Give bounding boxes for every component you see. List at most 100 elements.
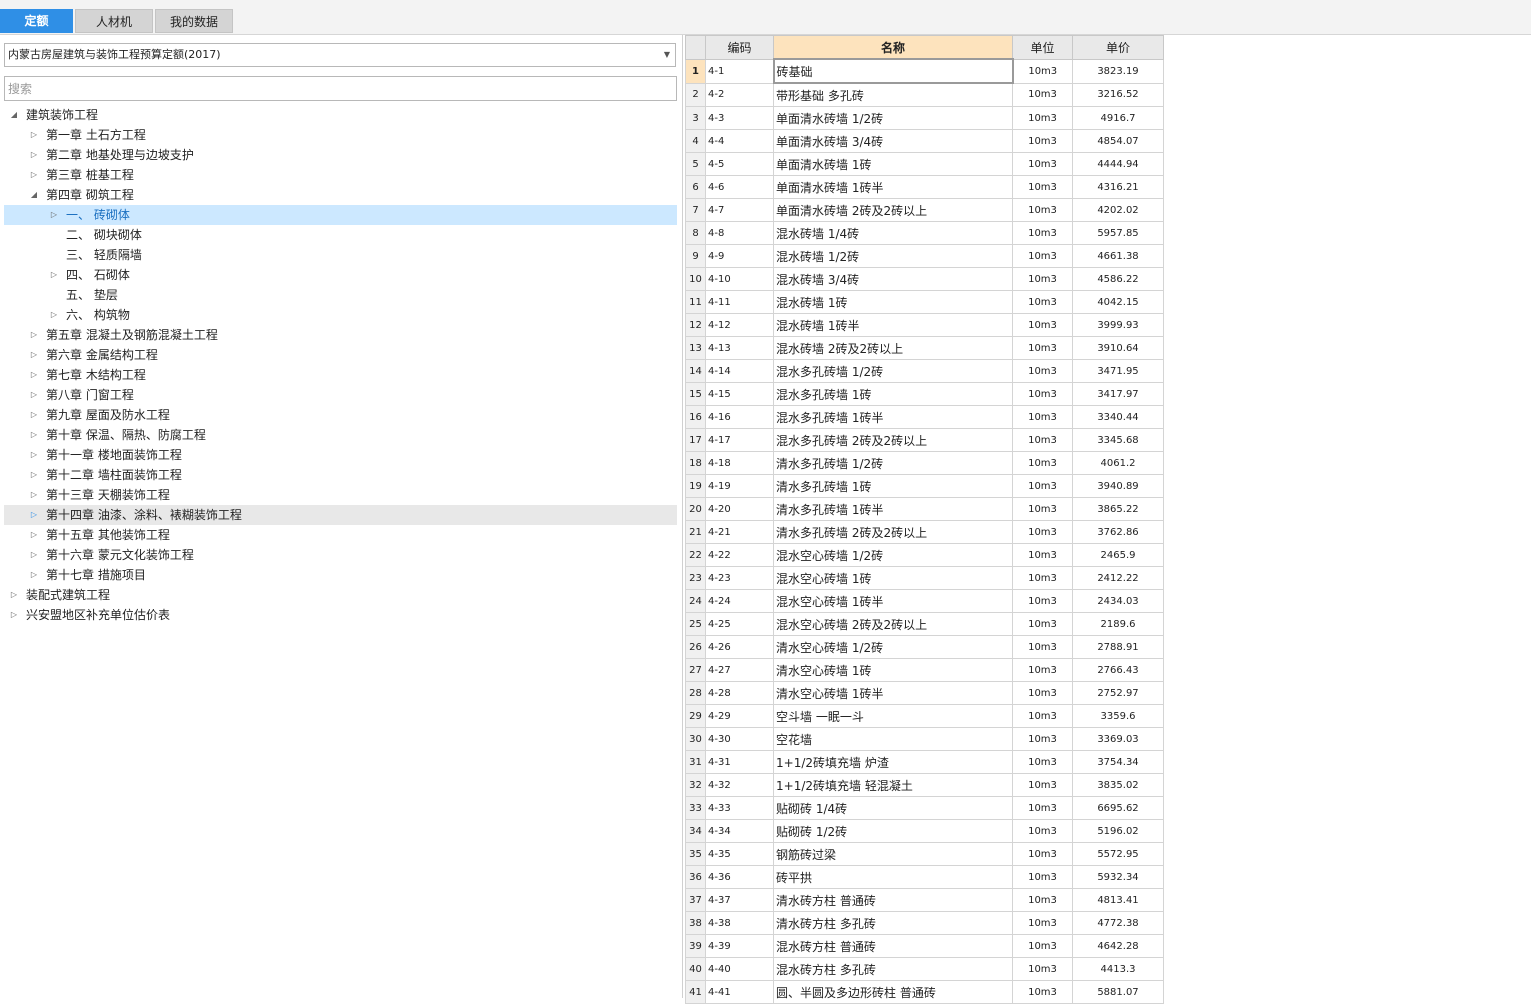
cell-code[interactable]: 4-9: [705, 244, 774, 268]
tree-node[interactable]: ▷ 第二章 地基处理与边坡支护: [4, 145, 677, 165]
tree-node[interactable]: ▷ 第十七章 措施项目: [4, 565, 677, 585]
cell-unit[interactable]: 10m3: [1012, 704, 1073, 728]
cell-code[interactable]: 4-22: [705, 543, 774, 567]
cell-name[interactable]: 单面清水砖墙 1/2砖: [773, 106, 1013, 130]
cell-code[interactable]: 4-16: [705, 405, 774, 429]
cell-price[interactable]: 4916.7: [1072, 106, 1164, 130]
cell-unit[interactable]: 10m3: [1012, 175, 1073, 199]
table-row[interactable]: 11 4-11 混水砖墙 1砖 10m3 4042.15: [685, 290, 1164, 314]
table-row[interactable]: 37 4-37 清水砖方柱 普通砖 10m3 4813.41: [685, 888, 1164, 912]
column-header-code[interactable]: 编码: [705, 35, 774, 60]
cell-name[interactable]: 钢筋砖过梁: [773, 842, 1013, 866]
cell-price[interactable]: 4813.41: [1072, 888, 1164, 912]
tree-node[interactable]: ◢ 建筑装饰工程: [4, 105, 677, 125]
cell-code[interactable]: 4-6: [705, 175, 774, 199]
collapsed-triangle-icon[interactable]: ▷: [28, 545, 40, 565]
cell-name[interactable]: 混水多孔砖墙 2砖及2砖以上: [773, 428, 1013, 452]
cell-name[interactable]: 砖平拱: [773, 865, 1013, 889]
cell-code[interactable]: 4-36: [705, 865, 774, 889]
cell-price[interactable]: 3762.86: [1072, 520, 1164, 544]
cell-price[interactable]: 2434.03: [1072, 589, 1164, 613]
table-row[interactable]: 28 4-28 清水空心砖墙 1砖半 10m3 2752.97: [685, 681, 1164, 705]
tab-quota[interactable]: 定额: [0, 9, 73, 33]
cell-price[interactable]: 2465.9: [1072, 543, 1164, 567]
cell-price[interactable]: 2189.6: [1072, 612, 1164, 636]
table-row[interactable]: 17 4-17 混水多孔砖墙 2砖及2砖以上 10m3 3345.68: [685, 428, 1164, 452]
table-row[interactable]: 26 4-26 清水空心砖墙 1/2砖 10m3 2788.91: [685, 635, 1164, 659]
cell-price[interactable]: 4202.02: [1072, 198, 1164, 222]
table-row[interactable]: 2 4-2 带形基础 多孔砖 10m3 3216.52: [685, 82, 1164, 107]
cell-code[interactable]: 4-26: [705, 635, 774, 659]
collapsed-triangle-icon[interactable]: ▷: [28, 425, 40, 445]
cell-code[interactable]: 4-34: [705, 819, 774, 843]
cell-unit[interactable]: 10m3: [1012, 58, 1073, 84]
tree-node[interactable]: 五、 垫层: [4, 285, 677, 305]
collapsed-triangle-icon[interactable]: ▷: [8, 605, 20, 625]
cell-unit[interactable]: 10m3: [1012, 589, 1073, 613]
cell-price[interactable]: 3471.95: [1072, 359, 1164, 383]
cell-unit[interactable]: 10m3: [1012, 865, 1073, 889]
cell-name[interactable]: 单面清水砖墙 2砖及2砖以上: [773, 198, 1013, 222]
cell-unit[interactable]: 10m3: [1012, 336, 1073, 360]
tree-node[interactable]: ▷ 装配式建筑工程: [4, 585, 677, 605]
cell-name[interactable]: 单面清水砖墙 1砖: [773, 152, 1013, 176]
cell-unit[interactable]: 10m3: [1012, 980, 1073, 1004]
cell-price[interactable]: 6695.62: [1072, 796, 1164, 820]
cell-unit[interactable]: 10m3: [1012, 428, 1073, 452]
cell-code[interactable]: 4-14: [705, 359, 774, 383]
collapsed-triangle-icon[interactable]: ▷: [48, 305, 60, 325]
table-row[interactable]: 16 4-16 混水多孔砖墙 1砖半 10m3 3340.44: [685, 405, 1164, 429]
tree-node[interactable]: ▷ 第十四章 油漆、涂料、裱糊装饰工程: [4, 505, 677, 525]
cell-unit[interactable]: 10m3: [1012, 198, 1073, 222]
cell-price[interactable]: 5572.95: [1072, 842, 1164, 866]
cell-name[interactable]: 清水多孔砖墙 2砖及2砖以上: [773, 520, 1013, 544]
cell-unit[interactable]: 10m3: [1012, 612, 1073, 636]
cell-unit[interactable]: 10m3: [1012, 819, 1073, 843]
tree-node[interactable]: ▷ 第十三章 天棚装饰工程: [4, 485, 677, 505]
collapsed-triangle-icon[interactable]: ▷: [28, 165, 40, 185]
tree-node[interactable]: ▷ 第七章 木结构工程: [4, 365, 677, 385]
cell-price[interactable]: 5881.07: [1072, 980, 1164, 1004]
cell-price[interactable]: 3369.03: [1072, 727, 1164, 751]
table-row[interactable]: 5 4-5 单面清水砖墙 1砖 10m3 4444.94: [685, 152, 1164, 176]
tree-node[interactable]: ▷ 四、 石砌体: [4, 265, 677, 285]
cell-code[interactable]: 4-17: [705, 428, 774, 452]
cell-price[interactable]: 3823.19: [1072, 58, 1164, 84]
collapsed-triangle-icon[interactable]: ▷: [28, 125, 40, 145]
cell-unit[interactable]: 10m3: [1012, 221, 1073, 245]
cell-price[interactable]: 3359.6: [1072, 704, 1164, 728]
cell-unit[interactable]: 10m3: [1012, 451, 1073, 475]
collapsed-triangle-icon[interactable]: ▷: [28, 145, 40, 165]
collapsed-triangle-icon[interactable]: ▷: [28, 345, 40, 365]
cell-price[interactable]: 4854.07: [1072, 129, 1164, 153]
table-row[interactable]: 10 4-10 混水砖墙 3/4砖 10m3 4586.22: [685, 267, 1164, 291]
cell-price[interactable]: 4586.22: [1072, 267, 1164, 291]
cell-name[interactable]: 混水多孔砖墙 1/2砖: [773, 359, 1013, 383]
collapsed-triangle-icon[interactable]: ▷: [28, 525, 40, 545]
table-row[interactable]: 7 4-7 单面清水砖墙 2砖及2砖以上 10m3 4202.02: [685, 198, 1164, 222]
cell-unit[interactable]: 10m3: [1012, 957, 1073, 981]
cell-unit[interactable]: 10m3: [1012, 888, 1073, 912]
cell-name[interactable]: 清水多孔砖墙 1砖半: [773, 497, 1013, 521]
cell-unit[interactable]: 10m3: [1012, 796, 1073, 820]
cell-unit[interactable]: 10m3: [1012, 267, 1073, 291]
cell-unit[interactable]: 10m3: [1012, 106, 1073, 130]
tree-node[interactable]: ▷ 第九章 屋面及防水工程: [4, 405, 677, 425]
cell-code[interactable]: 4-35: [705, 842, 774, 866]
tab-my-data[interactable]: 我的数据: [155, 9, 233, 33]
cell-unit[interactable]: 10m3: [1012, 681, 1073, 705]
table-row[interactable]: 40 4-40 混水砖方柱 多孔砖 10m3 4413.3: [685, 957, 1164, 981]
cell-name[interactable]: 清水空心砖墙 1砖半: [773, 681, 1013, 705]
collapsed-triangle-icon[interactable]: ▷: [28, 325, 40, 345]
cell-name[interactable]: 混水空心砖墙 1/2砖: [773, 543, 1013, 567]
cell-name[interactable]: 混水空心砖墙 1砖半: [773, 589, 1013, 613]
cell-code[interactable]: 4-3: [705, 106, 774, 130]
cell-price[interactable]: 4772.38: [1072, 911, 1164, 935]
table-row[interactable]: 6 4-6 单面清水砖墙 1砖半 10m3 4316.21: [685, 175, 1164, 199]
cell-unit[interactable]: 10m3: [1012, 244, 1073, 268]
search-input[interactable]: [4, 76, 677, 101]
cell-name[interactable]: 混水砖墙 3/4砖: [773, 267, 1013, 291]
cell-name[interactable]: 混水多孔砖墙 1砖半: [773, 405, 1013, 429]
cell-code[interactable]: 4-23: [705, 566, 774, 590]
cell-code[interactable]: 4-10: [705, 267, 774, 291]
